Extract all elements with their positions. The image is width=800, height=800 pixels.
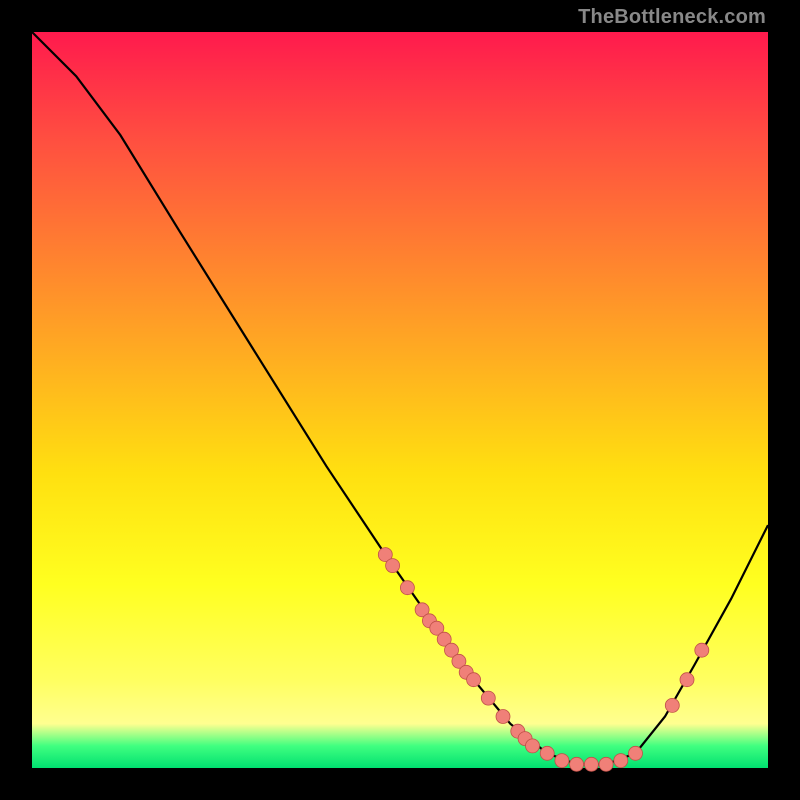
data-point	[400, 581, 414, 595]
data-point	[526, 739, 540, 753]
data-point	[665, 698, 679, 712]
data-point	[599, 757, 613, 771]
data-point	[540, 746, 554, 760]
data-point	[614, 754, 628, 768]
data-point	[629, 746, 643, 760]
chart-svg	[32, 32, 768, 768]
data-point	[584, 757, 598, 771]
data-point	[680, 673, 694, 687]
data-point	[467, 673, 481, 687]
data-points-group	[378, 548, 709, 772]
chart-plot-area	[32, 32, 768, 768]
data-point	[386, 559, 400, 573]
watermark-text: TheBottleneck.com	[578, 6, 766, 29]
data-point	[496, 710, 510, 724]
data-point	[570, 757, 584, 771]
data-point	[481, 691, 495, 705]
data-point	[695, 643, 709, 657]
data-point	[555, 754, 569, 768]
bottleneck-curve	[32, 32, 768, 764]
